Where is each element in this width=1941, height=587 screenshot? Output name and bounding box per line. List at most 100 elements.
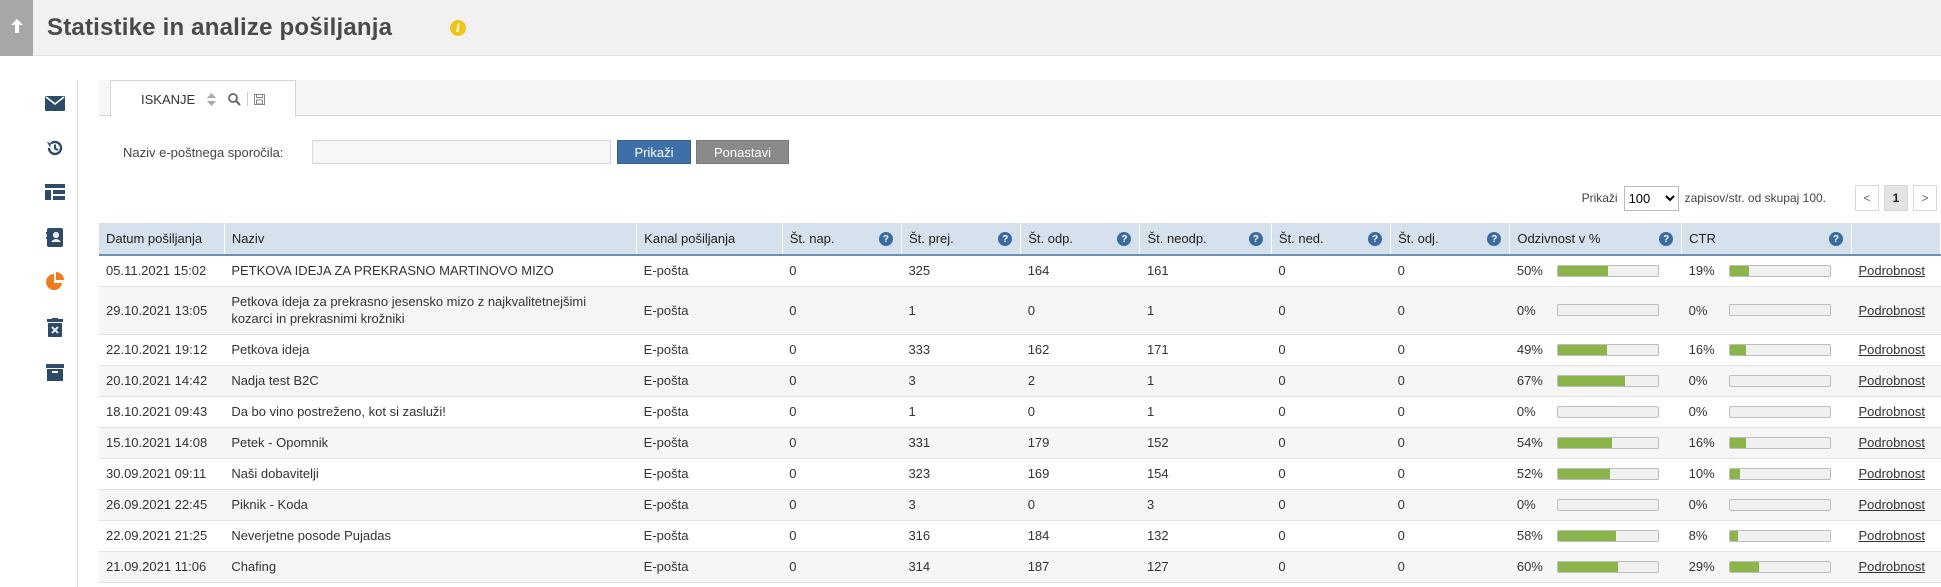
detail-link[interactable]: Podrobnost <box>1858 435 1925 450</box>
cell-prej: 3 <box>901 489 1021 521</box>
col-prej[interactable]: Št. prej.? <box>901 223 1022 256</box>
divider <box>247 92 249 106</box>
detail-link[interactable]: Podrobnost <box>1858 404 1925 419</box>
cell-ctr-value: 10% <box>1688 466 1715 481</box>
col-name[interactable]: Naziv <box>224 223 638 256</box>
filter-bar: Naziv e-poštnega sporočila: Prikaži Pona… <box>99 140 999 164</box>
dashboard-icon[interactable] <box>44 181 66 203</box>
cell-ctr-bar <box>1728 304 1831 316</box>
help-icon[interactable]: ? <box>1368 232 1383 246</box>
detail-link[interactable]: Podrobnost <box>1858 497 1925 512</box>
cell-date: 05.11.2021 15:02 <box>99 255 225 287</box>
cell-date: 29.10.2021 13:05 <box>99 286 225 335</box>
cell-ctr-bar <box>1728 264 1831 277</box>
tab-search[interactable]: ISKANJE <box>110 80 296 117</box>
cell-name: Neverjetne posode Pujadas <box>224 520 637 552</box>
cell-ctr: 10% <box>1681 458 1852 490</box>
show-button[interactable]: Prikaži <box>617 140 691 164</box>
cell-response-value: 58% <box>1516 528 1543 543</box>
detail-link[interactable]: Podrobnost <box>1858 373 1925 388</box>
cell-ctr-bar-fill <box>1729 530 1738 541</box>
detail-link[interactable]: Podrobnost <box>1858 303 1925 318</box>
help-icon[interactable]: ? <box>1659 232 1674 246</box>
table-row[interactable]: 18.10.2021 09:43 Da bo vino postreženo, k… <box>99 396 1941 428</box>
col-ctr[interactable]: CTR? <box>1681 223 1852 256</box>
cell-ctr-bar <box>1728 374 1831 387</box>
detail-link[interactable]: Podrobnost <box>1858 559 1925 574</box>
cell-odp: 164 <box>1020 255 1140 287</box>
table-row[interactable]: 22.09.2021 21:25 Neverjetne posode Pujada… <box>99 520 1941 552</box>
page-size-select[interactable]: 100 <box>1623 185 1679 211</box>
search-icon[interactable] <box>228 92 241 106</box>
help-icon[interactable]: ? <box>1828 232 1843 246</box>
back-button[interactable] <box>0 0 33 56</box>
reset-button[interactable]: Ponastavi <box>696 140 789 164</box>
cell-neodp: 3 <box>1139 489 1272 521</box>
cell-prej: 1 <box>901 286 1021 335</box>
cell-response-bar <box>1556 498 1659 511</box>
sort-icon[interactable] <box>207 92 217 106</box>
prev-page-button[interactable]: < <box>1855 185 1879 211</box>
history-icon[interactable] <box>44 137 66 159</box>
archive-icon[interactable] <box>44 361 66 383</box>
col-ned[interactable]: Št. ned.? <box>1271 223 1392 256</box>
envelope-icon[interactable] <box>44 92 66 114</box>
table-row[interactable]: 26.09.2021 22:45 Piknik - Koda E-pošta 0 3 0 3… <box>99 489 1941 521</box>
help-icon[interactable]: ? <box>1248 232 1263 246</box>
cell-channel: E-pošta <box>636 458 783 490</box>
cell-actions: Podrobnost <box>1851 396 1941 428</box>
detail-link[interactable]: Podrobnost <box>1858 528 1925 543</box>
detail-link[interactable]: Podrobnost <box>1858 466 1925 481</box>
cell-odp: 162 <box>1020 334 1140 366</box>
cell-odp: 0 <box>1020 489 1140 521</box>
col-date[interactable]: Datum pošiljanja <box>99 223 225 256</box>
cell-date: 15.10.2021 14:08 <box>99 427 225 459</box>
detail-link[interactable]: Podrobnost <box>1858 263 1925 278</box>
table-row[interactable]: 29.10.2021 13:05 Petkova ideja za prekras… <box>99 286 1941 335</box>
pie-chart-icon[interactable] <box>44 271 66 293</box>
detail-link[interactable]: Podrobnost <box>1858 342 1925 357</box>
table-row[interactable]: 15.10.2021 14:08 Petek - Opomnik E-pošta 0 3… <box>99 427 1941 459</box>
cell-prej: 3 <box>901 365 1021 397</box>
cell-ctr-value: 0% <box>1688 373 1708 388</box>
col-nap[interactable]: Št. nap.? <box>782 223 902 256</box>
col-channel[interactable]: Kanal pošiljanja <box>636 223 783 256</box>
email-name-input[interactable] <box>312 140 611 164</box>
cell-response-value: 0% <box>1516 404 1536 419</box>
cell-ctr: 16% <box>1681 427 1852 459</box>
cell-name: PETKOVA IDEJA ZA PREKRASNO MARTINOVO MIZ… <box>224 255 637 287</box>
col-response[interactable]: Odzivnost v %? <box>1509 223 1683 256</box>
cell-ctr-bar <box>1728 405 1831 418</box>
save-icon[interactable] <box>254 93 266 105</box>
col-neodp[interactable]: Št. neodp.? <box>1139 223 1272 256</box>
cell-actions: Podrobnost <box>1851 365 1941 397</box>
cell-ned: 0 <box>1271 458 1391 490</box>
cell-ned: 0 <box>1271 334 1391 366</box>
cell-ctr-bar-fill <box>1729 468 1740 479</box>
cell-nap: 0 <box>782 551 902 583</box>
page-button-current[interactable]: 1 <box>1884 185 1908 211</box>
cell-response-bar-fill <box>1557 561 1618 572</box>
help-icon[interactable]: ? <box>878 232 893 246</box>
table-row[interactable]: 21.09.2021 11:06 Chafing E-pošta 0 314 187 127… <box>99 551 1941 583</box>
cell-date: 22.09.2021 21:25 <box>99 520 225 552</box>
cell-nap: 0 <box>782 286 902 335</box>
help-icon[interactable]: ? <box>1117 232 1132 246</box>
cell-ctr: 16% <box>1681 334 1852 366</box>
trash-icon[interactable] <box>44 316 66 338</box>
cell-ctr-bar-fill <box>1729 437 1746 448</box>
col-odj[interactable]: Št. odj.? <box>1390 223 1511 256</box>
cell-actions: Podrobnost <box>1851 286 1941 335</box>
info-icon[interactable]: i <box>450 20 466 36</box>
cell-name: Naši dobavitelji <box>224 458 637 490</box>
help-icon[interactable]: ? <box>1487 232 1502 246</box>
table-row[interactable]: 20.10.2021 14:42 Nadja test B2C E-pošta 0 3 2… <box>99 365 1941 397</box>
col-odp[interactable]: Št. odp.? <box>1020 223 1141 256</box>
table-row[interactable]: 22.10.2021 19:12 Petkova ideja E-pošta 0 333… <box>99 334 1941 366</box>
cell-ctr-value: 0% <box>1688 404 1708 419</box>
table-row[interactable]: 05.11.2021 15:02 PETKOVA IDEJA ZA PREKRAS… <box>99 255 1941 287</box>
help-icon[interactable]: ? <box>998 232 1013 246</box>
table-row[interactable]: 30.09.2021 09:11 Naši dobavitelji E-pošta 0… <box>99 458 1941 490</box>
contacts-icon[interactable] <box>44 226 66 248</box>
next-page-button[interactable]: > <box>1913 185 1937 211</box>
